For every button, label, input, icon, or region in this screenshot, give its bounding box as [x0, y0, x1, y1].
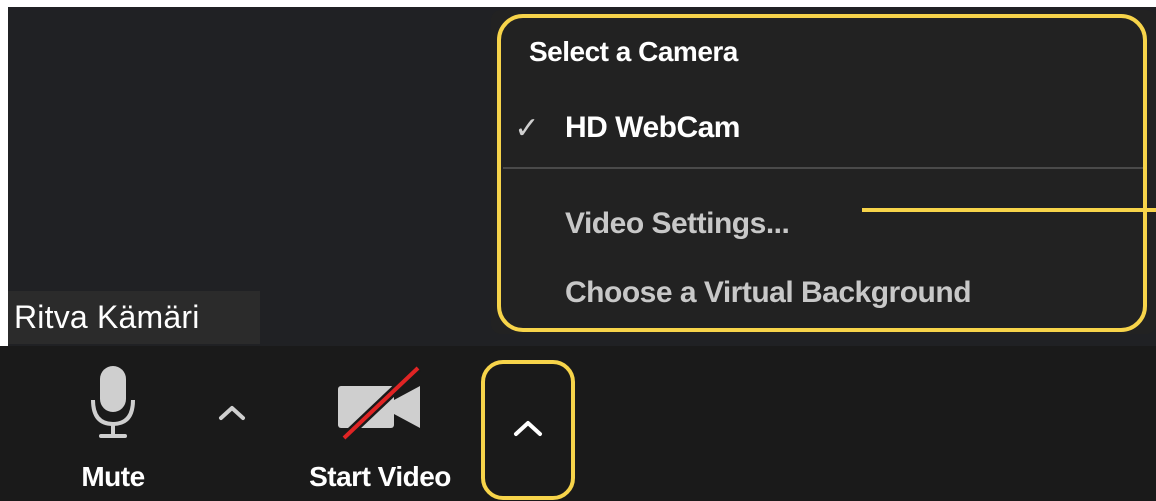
camera-menu: Select a Camera ✓ HD WebCam Video Settin… [491, 10, 1156, 334]
audio-options-caret[interactable] [210, 394, 254, 434]
meeting-window: Ritva Kämäri Select a Camera ✓ HD WebCam… [0, 0, 1156, 501]
meeting-toolbar: Mute Start Video [0, 346, 1156, 501]
menu-header-select-camera: Select a Camera [529, 36, 738, 67]
menu-item-label: Choose a Virtual Background [565, 276, 972, 309]
menu-item-label: HD WebCam [565, 111, 740, 144]
mute-button[interactable]: Mute [58, 364, 168, 493]
video-options-caret[interactable] [481, 360, 575, 500]
mute-label: Mute [81, 461, 145, 492]
video-camera-off-icon [330, 364, 430, 449]
menu-item-virtual-background[interactable]: Choose a Virtual Background [509, 267, 1139, 319]
menu-item-hd-webcam[interactable]: ✓ HD WebCam [509, 102, 1139, 154]
menu-item-video-settings[interactable]: Video Settings... [509, 198, 1139, 250]
start-video-button[interactable]: Start Video [285, 364, 475, 493]
checkmark-icon: ✓ [514, 111, 540, 145]
chevron-up-icon [511, 417, 545, 444]
callout-line [862, 208, 1156, 212]
microphone-icon [87, 364, 139, 449]
participant-name-tag: Ritva Kämäri [8, 291, 260, 344]
menu-divider [503, 167, 1143, 169]
start-video-label: Start Video [309, 461, 451, 492]
chevron-up-icon [217, 402, 247, 427]
menu-item-label: Video Settings... [565, 207, 790, 240]
